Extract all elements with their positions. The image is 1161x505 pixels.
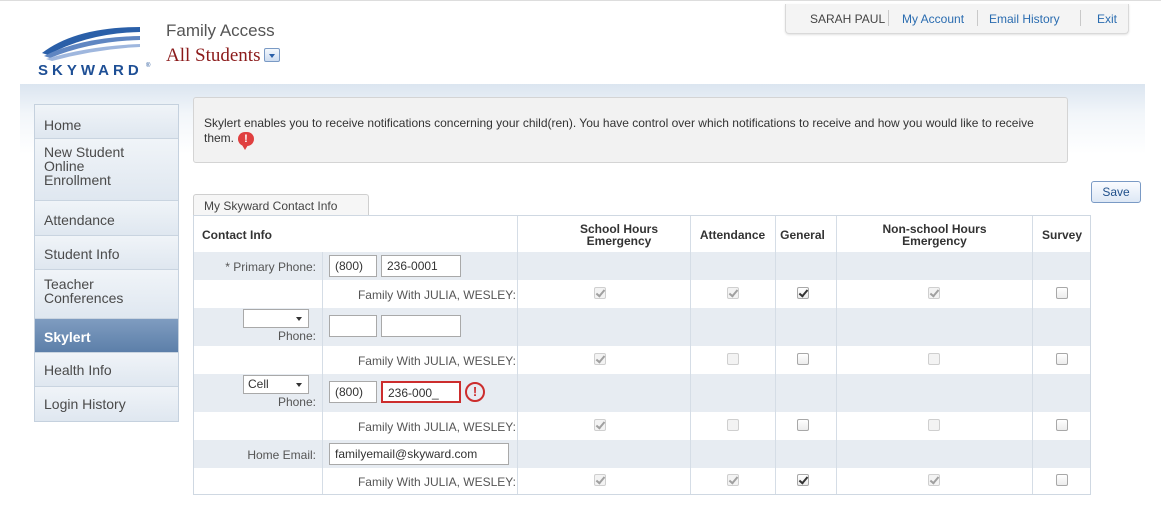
chevron-down-icon [296, 383, 302, 387]
exit-link[interactable]: Exit [1097, 12, 1117, 26]
sidebar-item-student-info[interactable]: Student Info [35, 236, 178, 270]
phone-type-select[interactable] [243, 309, 309, 328]
header-survey: Survey [1041, 228, 1083, 242]
cell-phone-number-input[interactable]: 236-000_ [381, 381, 461, 403]
page-header: SKYWARD ® Family Access All Students SAR… [0, 0, 1161, 84]
table-row: Family With JULIA, WESLEY: [194, 346, 1090, 374]
table-row: Family With JULIA, WESLEY: [194, 412, 1090, 440]
survey-checkbox[interactable] [1056, 287, 1068, 299]
student-selector-label: All Students [166, 45, 261, 66]
header-attendance: Attendance [699, 228, 766, 242]
top-nav: SARAH PAUL My Account Email History Exit [785, 4, 1129, 34]
table-row: * Primary Phone: (800) 236-0001 [194, 252, 1090, 280]
contact-grid: Contact Info School Hours Emergency Atte… [193, 215, 1091, 495]
family-label: Family With JULIA, WESLEY: [357, 475, 516, 489]
general-checkbox[interactable] [797, 474, 809, 486]
attendance-checkbox[interactable] [727, 419, 739, 431]
table-row: Phone: [194, 308, 1090, 346]
nav-divider [888, 10, 889, 26]
column-divider [690, 216, 691, 494]
survey-checkbox[interactable] [1056, 353, 1068, 365]
info-banner-text: Skylert enables you to receive notificat… [204, 116, 1034, 145]
header-contact-info: Contact Info [202, 228, 272, 242]
column-divider [775, 216, 776, 494]
column-divider [1032, 216, 1033, 494]
general-checkbox[interactable] [797, 419, 809, 431]
sidebar-item-login-history[interactable]: Login History [35, 387, 178, 421]
chevron-down-icon [296, 317, 302, 321]
svg-text:®: ® [146, 62, 151, 69]
column-divider [836, 216, 837, 494]
column-divider [322, 252, 323, 494]
non-school-emergency-checkbox[interactable] [928, 474, 940, 486]
home-email-input[interactable]: familyemail@skyward.com [329, 443, 509, 465]
phone-type-select[interactable]: Cell [243, 375, 309, 394]
user-name: SARAH PAUL [810, 12, 886, 26]
table-row: Home Email: familyemail@skyward.com [194, 440, 1090, 468]
primary-phone-area-input[interactable]: (800) [329, 255, 377, 277]
general-checkbox[interactable] [797, 353, 809, 365]
non-school-emergency-checkbox[interactable] [928, 353, 940, 365]
phone-area-input[interactable] [329, 315, 377, 337]
survey-checkbox[interactable] [1056, 474, 1068, 486]
save-button[interactable]: Save [1091, 181, 1141, 203]
info-banner: Skylert enables you to receive notificat… [193, 97, 1068, 163]
phone-label: Phone: [277, 329, 316, 343]
tab-my-skyward-contact-info[interactable]: My Skyward Contact Info [193, 194, 369, 216]
header-non-school-hours-emergency: Non-school Hours Emergency [882, 222, 987, 248]
non-school-emergency-checkbox[interactable] [928, 419, 940, 431]
sidebar-item-new-student-online-enrollment[interactable]: New Student Online Enrollment [35, 139, 178, 201]
primary-phone-label: * Primary Phone: [225, 260, 316, 274]
sidebar-item-attendance[interactable]: Attendance [35, 201, 178, 236]
primary-phone-number-input[interactable]: 236-0001 [381, 255, 461, 277]
attendance-checkbox[interactable] [727, 287, 739, 299]
my-account-link[interactable]: My Account [902, 12, 964, 26]
header-general: General [780, 228, 825, 242]
sidebar-nav: Home New Student Online Enrollment Atten… [34, 104, 179, 422]
home-email-label: Home Email: [247, 448, 316, 462]
column-divider [517, 216, 518, 494]
nav-divider [1080, 10, 1081, 26]
table-row: Family With JULIA, WESLEY: [194, 468, 1090, 494]
school-emergency-checkbox[interactable] [594, 474, 606, 486]
sidebar-item-home[interactable]: Home [35, 105, 178, 139]
non-school-emergency-checkbox[interactable] [928, 287, 940, 299]
cell-phone-area-input[interactable]: (800) [329, 381, 377, 403]
general-checkbox[interactable] [797, 287, 809, 299]
sidebar-item-skylert[interactable]: Skylert [35, 319, 178, 353]
family-label: Family With JULIA, WESLEY: [357, 288, 516, 302]
phone-type-value: Cell [248, 377, 269, 391]
attendance-checkbox[interactable] [727, 474, 739, 486]
skyward-logo: SKYWARD ® [38, 27, 151, 79]
family-label: Family With JULIA, WESLEY: [357, 420, 516, 434]
attendance-checkbox[interactable] [727, 353, 739, 365]
phone-label: Phone: [277, 395, 316, 409]
school-emergency-checkbox[interactable] [594, 353, 606, 365]
phone-number-input[interactable] [381, 315, 461, 337]
sidebar-item-health-info[interactable]: Health Info [35, 353, 178, 387]
student-selector[interactable]: All Students [166, 45, 281, 67]
chevron-down-icon[interactable] [264, 47, 281, 62]
survey-checkbox[interactable] [1056, 419, 1068, 431]
school-emergency-checkbox[interactable] [594, 287, 606, 299]
header-school-hours-emergency: School Hours Emergency [579, 222, 658, 248]
alert-bubble-icon: ! [238, 131, 255, 150]
error-icon: ! [465, 382, 485, 402]
email-history-link[interactable]: Email History [989, 12, 1060, 26]
app-title: Family Access [166, 21, 275, 40]
sidebar-item-teacher-conferences[interactable]: Teacher Conferences [35, 270, 178, 319]
nav-divider [977, 10, 978, 26]
family-label: Family With JULIA, WESLEY: [357, 354, 516, 368]
table-row: Family With JULIA, WESLEY: [194, 280, 1090, 308]
school-emergency-checkbox[interactable] [594, 419, 606, 431]
svg-text:SKYWARD: SKYWARD [38, 62, 143, 79]
table-row: Cell Phone: (800) 236-000_ ! [194, 374, 1090, 412]
